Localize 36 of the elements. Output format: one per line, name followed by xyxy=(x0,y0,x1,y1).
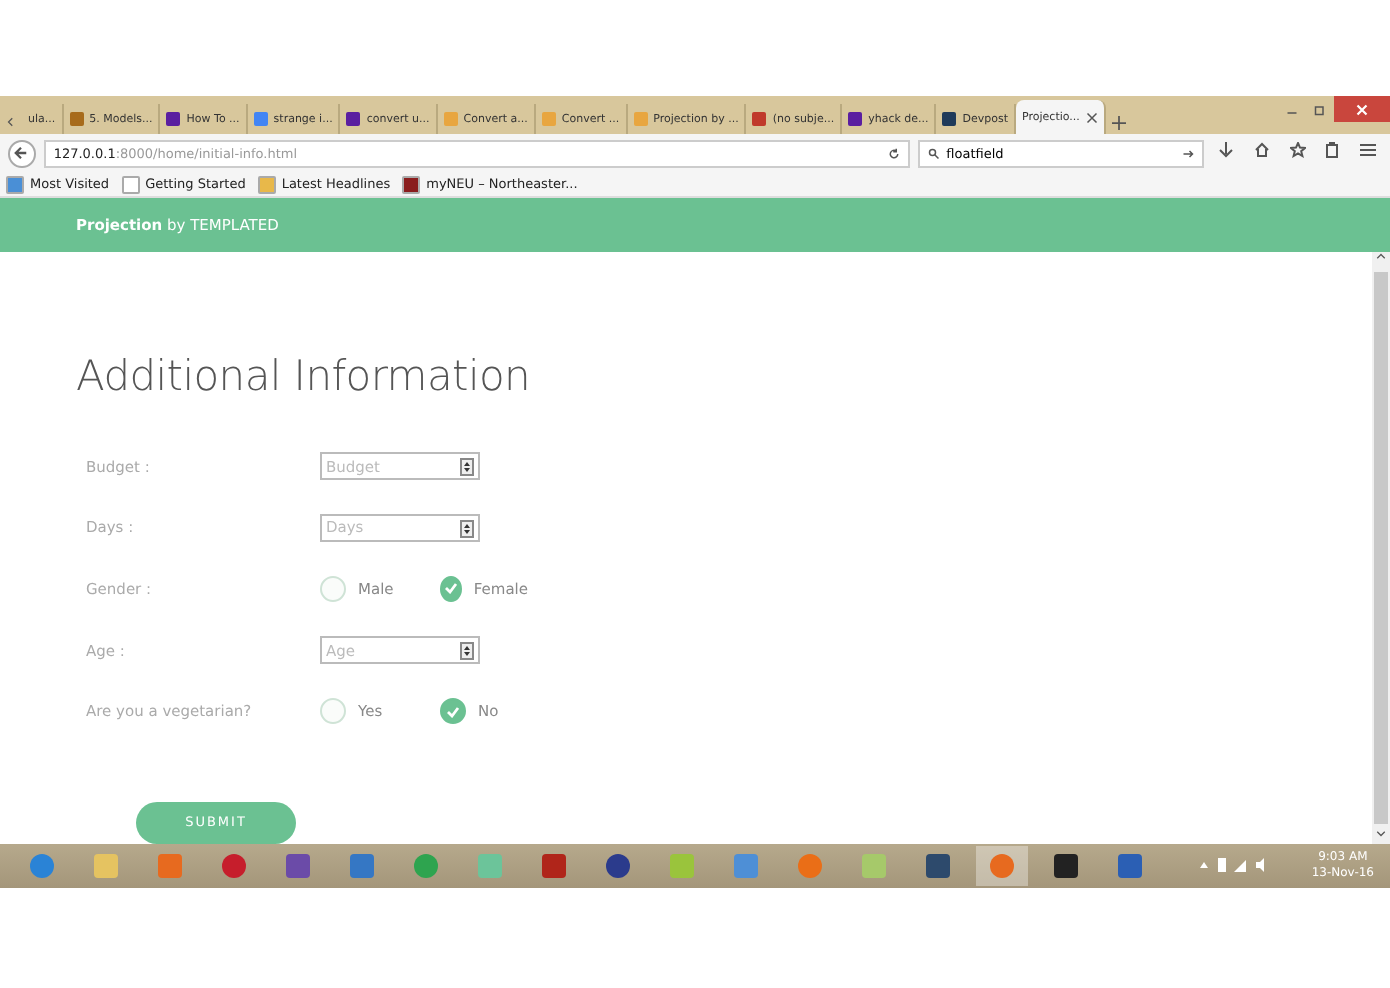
arrow-right-icon[interactable] xyxy=(1182,147,1195,159)
close-window-button[interactable] xyxy=(1334,96,1390,122)
home-icon[interactable] xyxy=(1253,142,1270,158)
favicon-icon xyxy=(346,112,361,126)
favicon-icon xyxy=(942,112,957,126)
tray-icons[interactable] xyxy=(1199,856,1268,872)
favicon-icon xyxy=(541,112,556,126)
search-icon xyxy=(928,147,941,159)
favicon-icon xyxy=(69,112,84,126)
clipboard-icon[interactable] xyxy=(1324,142,1341,158)
restore-icon[interactable] xyxy=(1314,103,1326,115)
favicon-icon xyxy=(253,112,268,126)
page-title: Additional Information xyxy=(76,352,533,400)
close-icon[interactable] xyxy=(1085,111,1098,123)
favicon-icon xyxy=(633,112,648,126)
scroll-down-icon[interactable] xyxy=(1376,828,1386,838)
star-icon[interactable] xyxy=(1289,142,1306,158)
favicon-icon xyxy=(443,112,458,126)
spinner-icon[interactable] xyxy=(460,458,474,477)
favicon-icon xyxy=(848,112,863,126)
check-icon xyxy=(446,705,460,718)
download-icon[interactable] xyxy=(1217,142,1234,158)
favicon-icon xyxy=(752,112,767,126)
scroll-up-icon[interactable] xyxy=(1376,252,1386,262)
check-icon xyxy=(443,582,458,595)
chevron-left-icon[interactable] xyxy=(6,114,16,130)
back-button[interactable] xyxy=(8,139,36,167)
plus-icon[interactable] xyxy=(1111,116,1126,130)
menu-icon[interactable] xyxy=(1360,142,1377,158)
reload-icon[interactable] xyxy=(888,147,901,159)
favicon-icon xyxy=(166,112,181,126)
arrow-left-icon xyxy=(14,146,29,160)
spinner-icon[interactable] xyxy=(460,642,474,661)
scrollbar-thumb[interactable] xyxy=(1374,272,1388,824)
spinner-icon[interactable] xyxy=(460,519,474,538)
close-icon xyxy=(1356,103,1368,115)
